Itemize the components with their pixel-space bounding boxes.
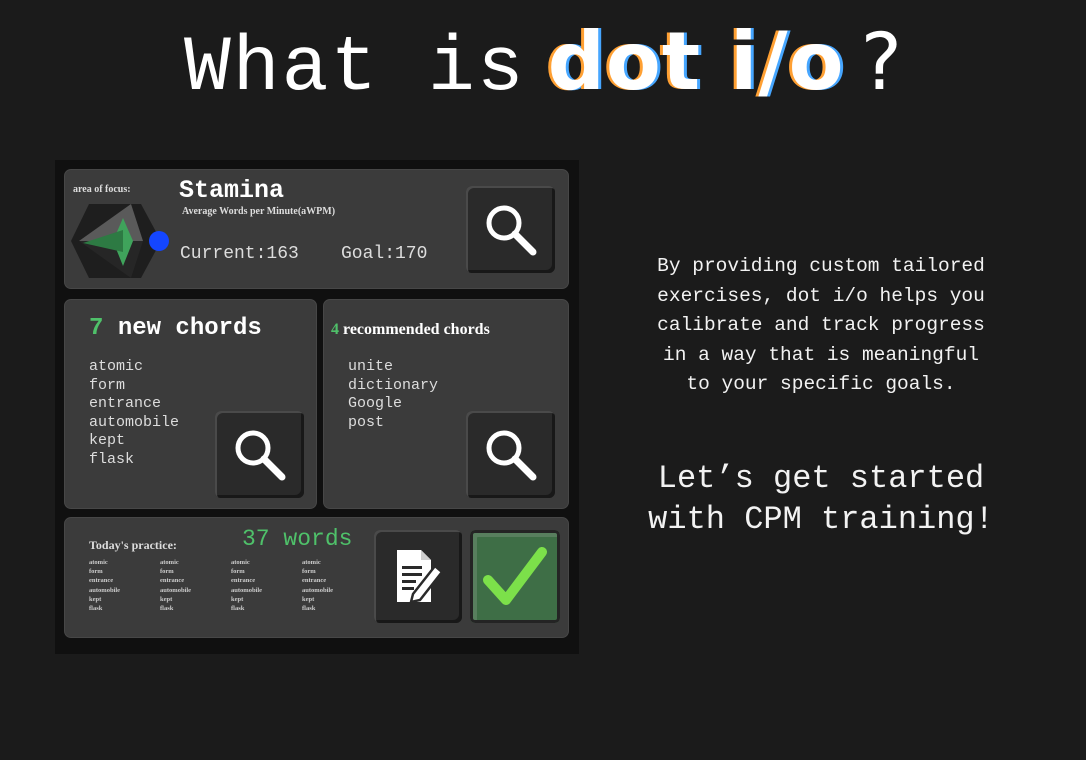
new-chords-count: 7	[89, 315, 104, 342]
list-item: entrance	[160, 577, 185, 585]
list-item: form	[231, 568, 245, 576]
dashboard-preview: area of focus: Stamina Average Words per…	[55, 160, 579, 654]
list-item: post	[348, 413, 385, 431]
list-item: form	[89, 376, 126, 394]
new-chords-label: new chords	[117, 315, 262, 342]
magnifier-icon	[486, 430, 536, 480]
focus-name: Stamina	[179, 176, 285, 205]
list-item: atomic	[160, 559, 179, 566]
recommended-chords-panel: 4 recommended chords unite dictionary Go…	[323, 299, 569, 509]
new-chords-panel: 7 new chords atomic form entrance automo…	[64, 299, 317, 509]
recommended-chords-list: unite dictionary Google post	[348, 358, 438, 432]
checkmark-icon	[483, 546, 547, 605]
goal-value: Goal:170	[341, 244, 428, 264]
list-item: kept	[89, 595, 102, 603]
new-chords-list: atomic form entrance automobile kept fla…	[89, 358, 179, 469]
practice-word-grid: atomic form entrance automobile kept fla…	[89, 558, 354, 613]
list-item: automobile	[302, 586, 334, 594]
list-item: Google	[348, 395, 403, 412]
list-item: flask	[89, 450, 135, 468]
list-item: automobile	[231, 586, 263, 594]
star-shape-icon	[71, 204, 169, 278]
list-item: entrance	[89, 395, 162, 412]
list-item: form	[160, 568, 174, 576]
list-item: flask	[160, 605, 174, 613]
document-edit-icon	[397, 549, 444, 604]
title-brand: dot i/o	[547, 15, 845, 108]
practice-panel: Today's practice: 37 words atomic form e…	[64, 517, 569, 638]
confirm-practice-button[interactable]	[470, 530, 560, 623]
list-item: flask	[89, 605, 103, 613]
new-chords-search-button[interactable]	[215, 411, 304, 498]
list-item: form	[89, 568, 103, 576]
list-item: kept	[231, 595, 244, 603]
list-item: automobile	[89, 586, 121, 594]
recommended-chords-title: 4 recommended chords	[331, 321, 490, 339]
list-item: entrance	[89, 577, 114, 585]
list-item: dictionary	[348, 376, 439, 394]
edit-practice-button[interactable]	[374, 530, 462, 623]
practice-column: atomic form entrance automobile kept fla…	[160, 558, 212, 613]
list-item: unite	[348, 358, 394, 375]
list-item: entrance	[231, 577, 256, 585]
list-item: kept	[89, 432, 126, 449]
recommended-chords-count: 4	[331, 321, 339, 338]
focus-search-button[interactable]	[466, 186, 555, 273]
focus-label: area of focus:	[73, 184, 131, 195]
list-item: form	[302, 568, 316, 576]
magnifier-icon	[486, 205, 536, 255]
list-item: atomic	[231, 559, 250, 566]
list-item: kept	[302, 595, 315, 603]
current-value: Current:163	[180, 244, 299, 264]
practice-column: atomic form entrance automobile kept fla…	[89, 558, 141, 613]
recommended-chords-label: recommended chords	[343, 321, 490, 338]
list-item: automobile	[89, 413, 180, 431]
recommended-chords-search-button[interactable]	[466, 411, 555, 498]
title-suffix: ?	[860, 18, 902, 108]
list-item: entrance	[302, 577, 327, 585]
practice-column: atomic form entrance automobile kept fla…	[302, 558, 354, 613]
practice-column: atomic form entrance automobile kept fla…	[231, 558, 283, 613]
magnifier-icon	[235, 430, 285, 480]
list-item: automobile	[160, 586, 192, 594]
call-to-action: Let’s get started with CPM training!	[648, 460, 994, 538]
list-item: atomic	[89, 358, 144, 375]
list-item: flask	[231, 605, 245, 613]
list-item: atomic	[89, 559, 108, 566]
focus-panel: area of focus: Stamina Average Words per…	[64, 169, 569, 289]
list-item: kept	[160, 595, 173, 603]
practice-label: Today's practice:	[89, 538, 177, 552]
practice-count: 37 words	[242, 526, 353, 552]
list-item: atomic	[302, 559, 321, 566]
description-text: By providing custom tailored exercises, …	[657, 255, 985, 395]
title-prefix: What is	[184, 25, 526, 113]
page-title: What is dot i/o?	[0, 22, 1086, 109]
focus-metric: Average Words per Minute(aWPM)	[182, 206, 336, 217]
list-item: flask	[302, 605, 316, 613]
new-chords-title: 7 new chords	[89, 315, 262, 342]
